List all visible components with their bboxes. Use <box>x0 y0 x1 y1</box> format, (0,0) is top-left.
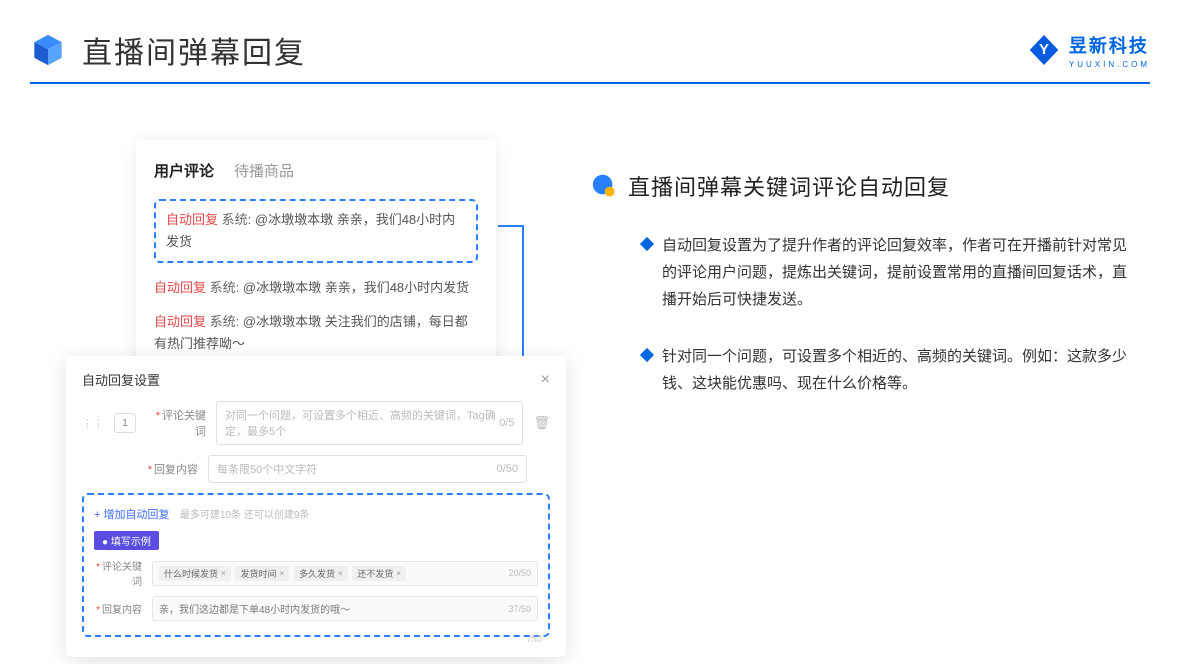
header-divider <box>30 82 1150 84</box>
add-auto-reply-link[interactable]: + 增加自动回复 <box>94 509 169 521</box>
brand-sub: YUUXIN.COM <box>1069 60 1150 69</box>
connector-line <box>498 225 524 227</box>
ex-keyword-label: *评论关键词 <box>94 558 142 588</box>
content-label: *回复内容 <box>138 461 198 477</box>
content-input[interactable]: 每条限50个中文字符 0/50 <box>208 455 527 483</box>
header: 直播间弹幕回复 Y 昱新科技 YUUXIN.COM <box>30 28 1150 72</box>
cube-icon <box>30 32 66 68</box>
right-column: 直播间弹幕关键词评论自动回复 自动回复设置为了提升作者的评论回复效率，作者可在开… <box>590 170 1130 427</box>
ex-tag[interactable]: 还不发货× <box>352 566 406 581</box>
keyword-count: 0/5 <box>499 417 514 429</box>
system-label: 系统: <box>222 212 252 227</box>
rule-index: 1 <box>114 413 136 433</box>
ex-content-label: *回复内容 <box>94 601 142 616</box>
bullet-text: 针对同一个问题，可设置多个相近的、高频的关键词。例如：这款多少钱、这块能优惠吗、… <box>662 343 1130 397</box>
system-label: 系统: <box>210 280 240 295</box>
diamond-icon <box>640 348 654 362</box>
settings-title-row: 自动回复设置 × <box>82 370 550 389</box>
ex-tag[interactable]: 什么时候发货× <box>159 566 231 581</box>
comment-row-highlighted: 自动回复 系统: @冰墩墩本墩 亲亲，我们48小时内发货 <box>154 199 478 263</box>
keyword-placeholder: 对同一个问题，可设置多个相近、高频的关键词，Tag确定，最多5个 <box>225 407 499 439</box>
tabs: 用户评论 待播商品 <box>154 160 478 181</box>
ex-tag[interactable]: 多久发货× <box>294 566 348 581</box>
form-line-keyword: ⋮⋮ 1 *评论关键词 对同一个问题，可设置多个相近、高频的关键词，Tag确定，… <box>82 401 550 445</box>
ex-content-input[interactable]: 亲，我们这边都是下单48小时内发货的哦～ 37/50 <box>152 596 538 621</box>
brand: Y 昱新科技 YUUXIN.COM <box>1027 32 1150 69</box>
header-left: 直播间弹幕回复 <box>30 28 306 72</box>
content-count: 0/50 <box>497 463 518 475</box>
auto-reply-tag: 自动回复 <box>154 314 206 329</box>
close-icon[interactable]: × <box>541 371 550 389</box>
comment-row: 自动回复 系统: @冰墩墩本墩 亲亲，我们48小时内发货 <box>154 277 478 299</box>
form-line-content: *回复内容 每条限50个中文字符 0/50 <box>82 455 550 483</box>
add-hint: 最多可建10条 还可以创建9条 <box>180 510 309 521</box>
example-tag: ● 填写示例 <box>94 531 159 550</box>
brand-name: 昱新科技 <box>1069 32 1150 58</box>
auto-reply-tag: 自动回复 <box>154 280 206 295</box>
content-placeholder: 每条限50个中文字符 <box>217 461 317 477</box>
ex-keyword-input[interactable]: 什么时候发货× 发货时间× 多久发货× 还不发货× 20/50 <box>152 561 538 586</box>
example-box: + 增加自动回复 最多可建10条 还可以创建9条 ● 填写示例 *评论关键词 什… <box>82 493 550 637</box>
brand-icon: Y <box>1027 33 1061 67</box>
bullet-row: 自动回复设置为了提升作者的评论回复效率，作者可在开播前针对常见的评论用户问题，提… <box>590 232 1130 313</box>
drag-icon[interactable]: ⋮⋮ <box>82 417 104 430</box>
page-title: 直播间弹幕回复 <box>82 28 306 72</box>
right-title-row: 直播间弹幕关键词评论自动回复 <box>590 170 1130 202</box>
diamond-icon <box>640 237 654 251</box>
comment-row: 自动回复 系统: @冰墩墩本墩 关注我们的店铺，每日都有热门推荐呦～ <box>154 311 478 355</box>
tab-user-comments[interactable]: 用户评论 <box>154 160 214 181</box>
stray-count: /50 <box>528 634 542 645</box>
example-keyword-line: *评论关键词 什么时候发货× 发货时间× 多久发货× 还不发货× 20/50 <box>94 558 538 588</box>
settings-card: 自动回复设置 × ⋮⋮ 1 *评论关键词 对同一个问题，可设置多个相近、高频的关… <box>66 356 566 657</box>
ex-content-value: 亲，我们这边都是下单48小时内发货的哦～ <box>159 601 350 616</box>
keyword-input[interactable]: 对同一个问题，可设置多个相近、高频的关键词，Tag确定，最多5个 0/5 <box>216 401 523 445</box>
keyword-label: *评论关键词 <box>146 407 206 439</box>
tab-pending-products[interactable]: 待播商品 <box>234 160 294 181</box>
example-content-line: *回复内容 亲，我们这边都是下单48小时内发货的哦～ 37/50 <box>94 596 538 621</box>
settings-title: 自动回复设置 <box>82 370 160 389</box>
bullet-row: 针对同一个问题，可设置多个相近的、高频的关键词。例如：这款多少钱、这块能优惠吗、… <box>590 343 1130 397</box>
ex-tag[interactable]: 发货时间× <box>235 566 289 581</box>
ex-content-count: 37/50 <box>508 604 531 614</box>
ex-keyword-count: 20/50 <box>508 568 531 578</box>
right-title: 直播间弹幕关键词评论自动回复 <box>628 170 950 202</box>
bubble-icon <box>590 172 618 200</box>
svg-text:Y: Y <box>1039 41 1049 58</box>
comment-body: @冰墩墩本墩 亲亲，我们48小时内发货 <box>243 280 469 295</box>
auto-reply-tag: 自动回复 <box>166 212 218 227</box>
system-label: 系统: <box>210 314 240 329</box>
delete-icon[interactable]: 🗑 <box>533 415 550 431</box>
bullet-text: 自动回复设置为了提升作者的评论回复效率，作者可在开播前针对常见的评论用户问题，提… <box>662 232 1130 313</box>
